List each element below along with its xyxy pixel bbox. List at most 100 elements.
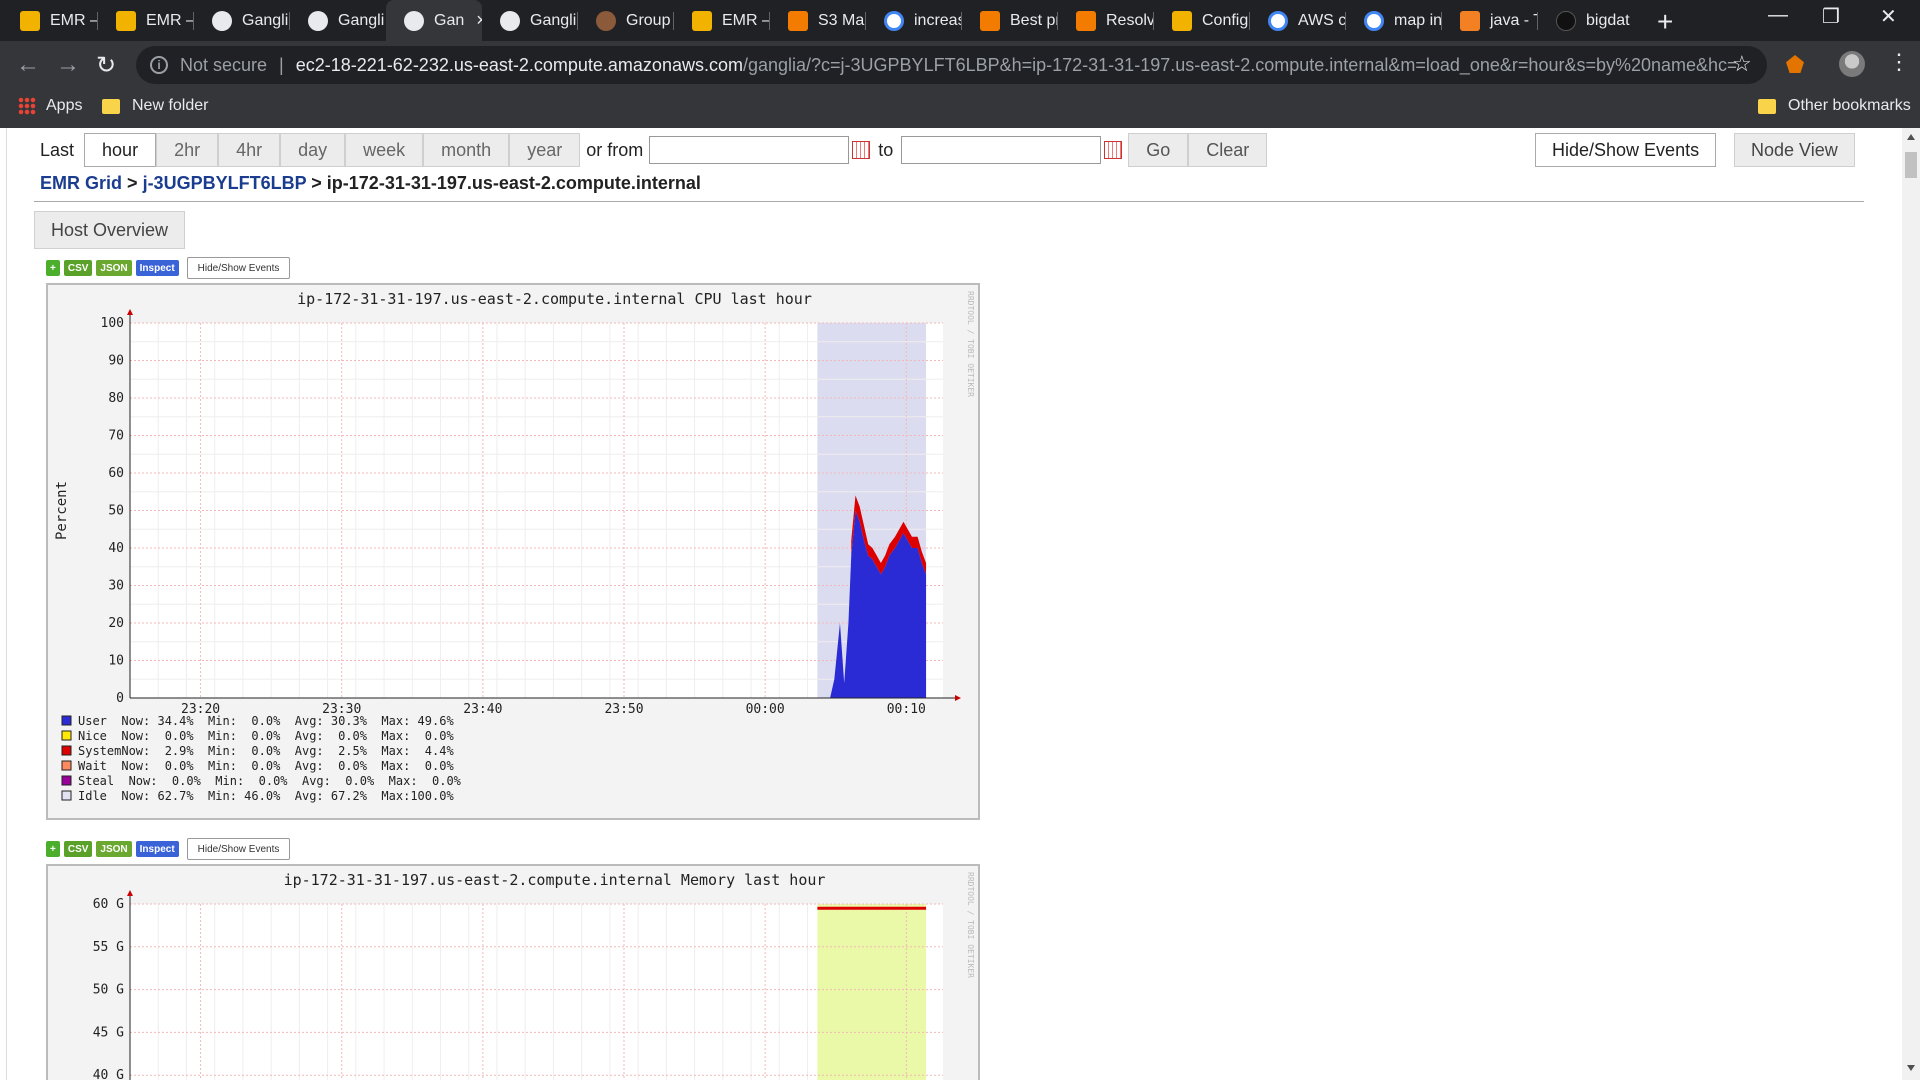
range-2hr-button[interactable]: 2hr xyxy=(156,133,219,167)
inspect-button[interactable]: Inspect xyxy=(135,260,179,276)
bookmark-other[interactable]: Other bookmarks xyxy=(1758,97,1911,115)
y-tick-label: 90 xyxy=(108,354,124,369)
time-range-bar: Last hour 2hr 4hr day week month year or… xyxy=(40,133,1268,167)
from-date-input[interactable] xyxy=(649,136,850,164)
json-export-button[interactable]: JSON xyxy=(96,260,132,276)
json-export-button[interactable]: JSON xyxy=(96,841,132,857)
minimize-icon[interactable]: — xyxy=(1768,4,1788,27)
range-month-button[interactable]: month xyxy=(423,133,510,167)
x-tick-label: 23:50 xyxy=(604,702,643,717)
y-tick-label: 30 xyxy=(108,579,124,594)
scroll-up-icon[interactable] xyxy=(1907,134,1915,140)
browser-tab[interactable]: EMR – xyxy=(674,0,770,41)
folder-icon xyxy=(1758,98,1776,114)
globe-icon xyxy=(404,10,424,31)
browser-tab[interactable]: Gangli xyxy=(194,0,290,41)
x-tick-label: 00:00 xyxy=(746,702,785,717)
browser-tab[interactable]: increas xyxy=(866,0,962,41)
browser-tab[interactable]: Best pr xyxy=(962,0,1058,41)
hide-show-events-button[interactable]: Hide/Show Events xyxy=(1535,133,1717,167)
breadcrumb: EMR Grid > j-3UGPBYLFT6LBP > ip-172-31-3… xyxy=(40,173,701,194)
csv-export-button[interactable]: CSV xyxy=(63,260,93,276)
y-tick-label: 0 xyxy=(116,691,124,706)
browser-tab-title: S3 Mar xyxy=(818,11,866,29)
breadcrumb-host: ip-172-31-31-197.us-east-2.compute.inter… xyxy=(326,173,701,193)
breadcrumb-grid-link[interactable]: EMR Grid xyxy=(40,173,122,193)
back-icon[interactable]: ← xyxy=(16,51,40,79)
browser-tab[interactable]: java - T xyxy=(1442,0,1538,41)
browser-tab[interactable]: Gan × xyxy=(386,0,482,41)
browser-tab[interactable]: EMR – xyxy=(98,0,194,41)
range-year-button[interactable]: year xyxy=(509,133,581,167)
clear-button[interactable]: Clear xyxy=(1188,133,1268,167)
range-day-button[interactable]: day xyxy=(280,133,346,167)
profile-avatar[interactable] xyxy=(1839,51,1865,77)
browser-tab[interactable]: Gangli xyxy=(290,0,386,41)
address-bar[interactable]: i Not secure | ec2-18-221-62-232.us-east… xyxy=(136,46,1767,84)
memory-graph[interactable]: ip-172-31-31-197.us-east-2.compute.inter… xyxy=(46,864,980,1080)
stack-icon xyxy=(1460,10,1480,31)
tab-separator xyxy=(1441,12,1442,30)
browser-tab[interactable]: AWS c xyxy=(1250,0,1346,41)
extension-icon[interactable] xyxy=(1786,55,1804,73)
range-hour-button[interactable]: hour xyxy=(84,133,157,167)
browser-menu-icon[interactable]: ⋮ xyxy=(1888,49,1910,75)
browser-tab[interactable]: Gangli xyxy=(482,0,578,41)
y-tick-label: 40 xyxy=(108,541,124,556)
host-overview-button[interactable]: Host Overview xyxy=(34,211,186,249)
browser-tab-title: Gan xyxy=(434,11,465,29)
url-path: /ganglia/?c=j-3UGPBYLFT6LBP&h=ip-172-31-… xyxy=(742,54,1736,75)
cpu-graph[interactable]: ip-172-31-31-197.us-east-2.compute.inter… xyxy=(46,283,980,820)
bookmark-star-icon[interactable]: ☆ xyxy=(1732,51,1752,77)
bookmark-new-folder[interactable]: New folder xyxy=(102,97,208,115)
calendar-icon[interactable] xyxy=(1104,141,1123,159)
graph-hide-show-events-button[interactable]: Hide/Show Events xyxy=(186,838,291,860)
legend-swatch xyxy=(61,760,72,771)
browser-tab[interactable]: map in xyxy=(1346,0,1442,41)
group-icon xyxy=(596,10,616,31)
scroll-thumb[interactable] xyxy=(1905,152,1917,178)
url-text[interactable]: ec2-18-221-62-232.us-east-2.compute.amaz… xyxy=(296,55,1736,76)
reload-icon[interactable]: ↻ xyxy=(96,51,116,80)
legend-entry: Wait Now: 0.0% Min: 0.0% Avg: 0.0% Max: … xyxy=(78,759,454,773)
bookmark-apps[interactable]: Apps xyxy=(18,97,82,115)
close-window-icon[interactable]: ✕ xyxy=(1880,4,1897,29)
last-label: Last xyxy=(40,139,75,160)
calendar-icon[interactable] xyxy=(852,141,871,159)
x-axis-arrow xyxy=(955,695,961,701)
info-icon[interactable]: i xyxy=(150,56,168,74)
scroll-down-icon[interactable] xyxy=(1907,1065,1915,1071)
y-tick-label: 60 G xyxy=(93,897,124,912)
node-view-button[interactable]: Node View xyxy=(1734,133,1855,167)
new-tab-icon[interactable]: + xyxy=(1657,6,1673,38)
breadcrumb-cluster-link[interactable]: j-3UGPBYLFT6LBP xyxy=(143,173,307,193)
csv-export-button[interactable]: CSV xyxy=(63,841,93,857)
go-button[interactable]: Go xyxy=(1128,133,1189,167)
y-tick-label: 60 xyxy=(108,466,124,481)
forward-icon[interactable]: → xyxy=(56,51,80,79)
globe-icon xyxy=(212,10,232,31)
restore-icon[interactable]: ❐ xyxy=(1822,4,1840,29)
browser-tab[interactable]: Config xyxy=(1154,0,1250,41)
browser-tab[interactable]: Group xyxy=(578,0,674,41)
expand-graph-button[interactable]: + xyxy=(46,841,60,857)
graph-hide-show-events-button[interactable]: Hide/Show Events xyxy=(186,257,291,279)
browser-tab-title: Best pr xyxy=(1010,11,1058,29)
range-week-button[interactable]: week xyxy=(345,133,424,167)
page-scrollbar[interactable] xyxy=(1902,128,1920,1080)
browser-tab[interactable]: S3 Mar xyxy=(770,0,866,41)
browser-tab[interactable]: EMR – xyxy=(2,0,98,41)
browser-tab-title: EMR – xyxy=(50,11,98,29)
expand-graph-button[interactable]: + xyxy=(46,260,60,276)
aws-box-icon xyxy=(692,10,712,31)
globe-icon xyxy=(308,10,328,31)
browser-tab[interactable]: bigdat xyxy=(1538,0,1634,41)
github-icon xyxy=(1556,10,1576,31)
legend-entry: Idle Now: 62.7% Min: 46.0% Avg: 67.2% Ma… xyxy=(78,789,454,803)
inspect-button[interactable]: Inspect xyxy=(135,841,179,857)
browser-tab[interactable]: Resolv xyxy=(1058,0,1154,41)
browser-tab-title: Group xyxy=(626,11,671,29)
range-4hr-button[interactable]: 4hr xyxy=(218,133,281,167)
to-date-input[interactable] xyxy=(901,136,1102,164)
tab-separator xyxy=(1057,12,1058,30)
